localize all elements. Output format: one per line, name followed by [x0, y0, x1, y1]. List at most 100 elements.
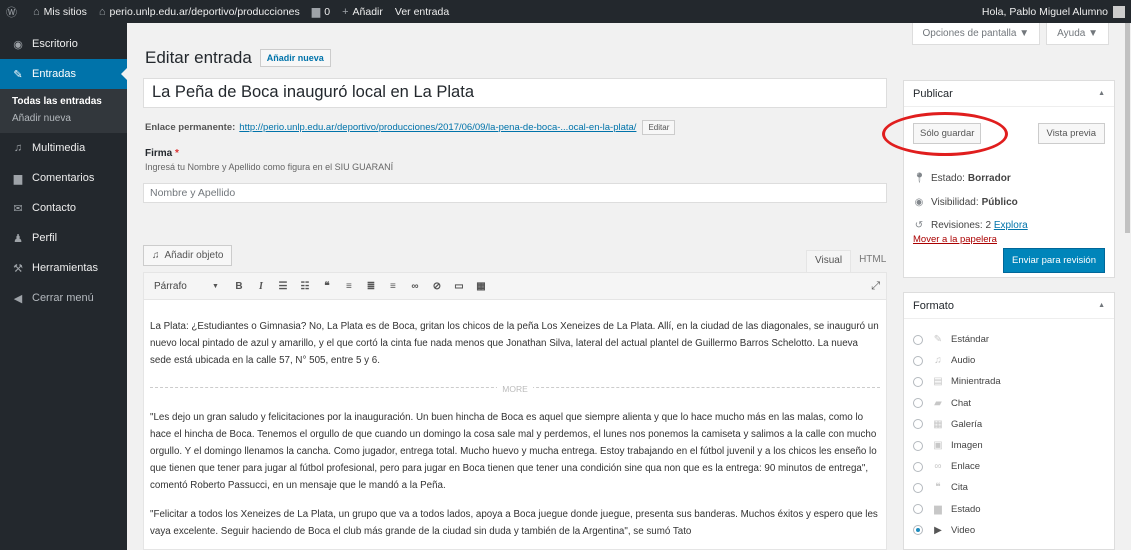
post-status: 📍︎ Estado: Borrador — [913, 173, 1011, 184]
permalink-edit-button[interactable]: Editar — [642, 120, 676, 135]
entradas-submenu: Todas las entradas Añadir nueva — [0, 89, 127, 133]
firma-description: Ingresá tu Nombre y Apellido como figura… — [145, 162, 394, 172]
sidebar-item-perfil[interactable]: ♟ Perfil — [0, 223, 127, 253]
page-header: Editar entrada Añadir nueva — [145, 48, 331, 68]
fullscreen-icon[interactable]: ⤢ — [871, 280, 880, 293]
format-option-label: Audio — [951, 355, 976, 367]
radio-button[interactable] — [913, 461, 923, 472]
format-option-label: Galería — [951, 418, 983, 430]
radio-button-selected[interactable] — [913, 525, 923, 536]
format-title: Formato — [913, 299, 954, 312]
firma-label-text: Firma — [145, 148, 173, 159]
numbered-list-icon[interactable]: ☷ — [297, 281, 313, 292]
format-option-aside[interactable]: ▤ Minientrada — [913, 371, 1114, 392]
read-more-icon[interactable]: ▭ — [451, 281, 467, 292]
my-sites-link[interactable]: ⌂ Mis sitios — [27, 0, 93, 23]
history-icon: ↺ — [914, 220, 924, 231]
tab-visual[interactable]: Visual — [806, 250, 852, 272]
media-icon: ♫ — [152, 250, 160, 261]
tab-html[interactable]: HTML — [851, 250, 894, 272]
radio-button[interactable] — [913, 398, 923, 409]
align-center-icon[interactable]: ≣ — [363, 281, 379, 292]
account-menu[interactable]: Hola, Pablo Miguel Alumno — [982, 0, 1125, 23]
my-sites-label: Mis sitios — [43, 5, 87, 18]
format-option-status[interactable]: ▆ Estado — [913, 499, 1114, 520]
media-icon: ♫ — [13, 142, 23, 154]
revisions-link[interactable]: Explora — [994, 220, 1028, 231]
screen-options-button[interactable]: Opciones de pantalla ▼ — [911, 23, 1041, 45]
pin-icon: ✎ — [933, 334, 943, 346]
preview-button[interactable]: Vista previa — [1037, 123, 1105, 144]
move-to-trash-link[interactable]: Mover a la papelera — [913, 234, 997, 245]
unlink-icon[interactable]: ⊘ — [429, 281, 445, 292]
sidebar-item-herramientas[interactable]: ⚒ Herramientas — [0, 253, 127, 283]
bold-icon[interactable]: B — [231, 281, 247, 292]
format-option-link[interactable]: ∞ Enlace — [913, 456, 1114, 477]
editor-content[interactable]: La Plata: ¿Estudiantes o Gimnasia? No, L… — [143, 300, 887, 550]
format-option-quote[interactable]: ❝ Cita — [913, 477, 1114, 498]
radio-button[interactable] — [913, 440, 923, 451]
firma-input[interactable]: Nombre y Apellido — [143, 183, 887, 203]
radio-button[interactable] — [913, 504, 923, 515]
blockquote-icon[interactable]: ❝ — [319, 281, 335, 292]
sidebar-item-entradas[interactable]: ✎ Entradas — [0, 59, 127, 89]
sidebar-item-label: Entradas — [32, 68, 77, 80]
screen-meta-links: Opciones de pantalla ▼ Ayuda ▼ — [906, 23, 1109, 45]
format-option-label: Chat — [951, 397, 972, 409]
submenu-all-posts[interactable]: Todas las entradas — [0, 93, 127, 110]
permalink-url[interactable]: http://perio.unlp.edu.ar/deportivo/produ… — [239, 122, 636, 133]
status-label: Estado: — [931, 173, 965, 184]
format-option-video[interactable]: ▶ Video — [913, 520, 1114, 541]
wrench-icon: ⚒ — [13, 262, 23, 275]
italic-icon[interactable]: I — [253, 281, 269, 292]
radio-button[interactable] — [913, 376, 923, 387]
radio-button[interactable] — [913, 334, 923, 345]
home-icon: ⌂ — [98, 5, 106, 18]
format-option-gallery[interactable]: ▦ Galería — [913, 414, 1114, 435]
sidebar-item-comentarios[interactable]: ▆ Comentarios — [0, 163, 127, 193]
chevron-up-icon[interactable]: ▲ — [1098, 90, 1105, 97]
help-button[interactable]: Ayuda ▼ — [1046, 23, 1109, 45]
format-option-standard[interactable]: ✎ Estándar — [913, 329, 1114, 350]
add-new-button[interactable]: Añadir nueva — [259, 49, 331, 67]
site-name-link[interactable]: ⌂ perio.unlp.edu.ar/deportivo/produccione… — [93, 0, 306, 23]
radio-button[interactable] — [913, 355, 923, 366]
comments-link[interactable]: ▆ 0 — [306, 0, 336, 23]
align-right-icon[interactable]: ≡ — [385, 281, 401, 292]
greeting: Hola, Pablo Miguel Alumno — [981, 5, 1108, 18]
add-media-button[interactable]: ♫ Añadir objeto — [143, 245, 233, 266]
sites-icon: ⌂ — [33, 5, 40, 18]
scrollbar[interactable] — [1124, 23, 1131, 550]
scrollbar-thumb[interactable] — [1125, 23, 1130, 233]
view-entry-link[interactable]: Ver entrada — [389, 0, 455, 23]
sidebar-collapse[interactable]: ◀ Cerrar menú — [0, 283, 127, 313]
format-select[interactable]: Párrafo — [150, 281, 212, 292]
chevron-down-icon[interactable]: ▼ — [212, 283, 219, 290]
format-option-chat[interactable]: ▰ Chat — [913, 393, 1114, 414]
format-box-header[interactable]: Formato ▲ — [904, 293, 1114, 319]
post-title-input[interactable]: La Peña de Boca inauguró local en La Pla… — [143, 78, 887, 108]
format-option-image[interactable]: ▣ Imagen — [913, 435, 1114, 456]
sidebar-item-contacto[interactable]: ✉ Contacto — [0, 193, 127, 223]
sidebar-item-escritorio[interactable]: ◉ Escritorio — [0, 29, 127, 59]
image-icon: ▣ — [933, 440, 943, 452]
toolbar-toggle-icon[interactable]: ▦ — [473, 281, 489, 292]
add-new-link[interactable]: + Añadir — [336, 0, 389, 23]
publish-title: Publicar — [913, 87, 953, 100]
radio-button[interactable] — [913, 482, 923, 493]
gallery-icon: ▦ — [933, 418, 943, 430]
align-left-icon[interactable]: ≡ — [341, 281, 357, 292]
sidebar-item-label: Multimedia — [32, 142, 86, 154]
radio-button[interactable] — [913, 419, 923, 430]
permalink-label: Enlace permanente: — [145, 122, 236, 133]
publish-box-header[interactable]: Publicar ▲ — [904, 81, 1114, 107]
submit-for-review-button[interactable]: Enviar para revisión — [1003, 248, 1105, 273]
dashboard-icon: ◉ — [13, 38, 23, 51]
submenu-add-new[interactable]: Añadir nueva — [0, 110, 127, 127]
wordpress-logo[interactable]: Ⓦ — [0, 0, 27, 23]
chevron-up-icon[interactable]: ▲ — [1098, 302, 1105, 309]
bullet-list-icon[interactable]: ☰ — [275, 281, 291, 292]
format-option-audio[interactable]: ♫ Audio — [913, 350, 1114, 371]
sidebar-item-multimedia[interactable]: ♫ Multimedia — [0, 133, 127, 163]
link-icon[interactable]: ∞ — [407, 281, 423, 292]
